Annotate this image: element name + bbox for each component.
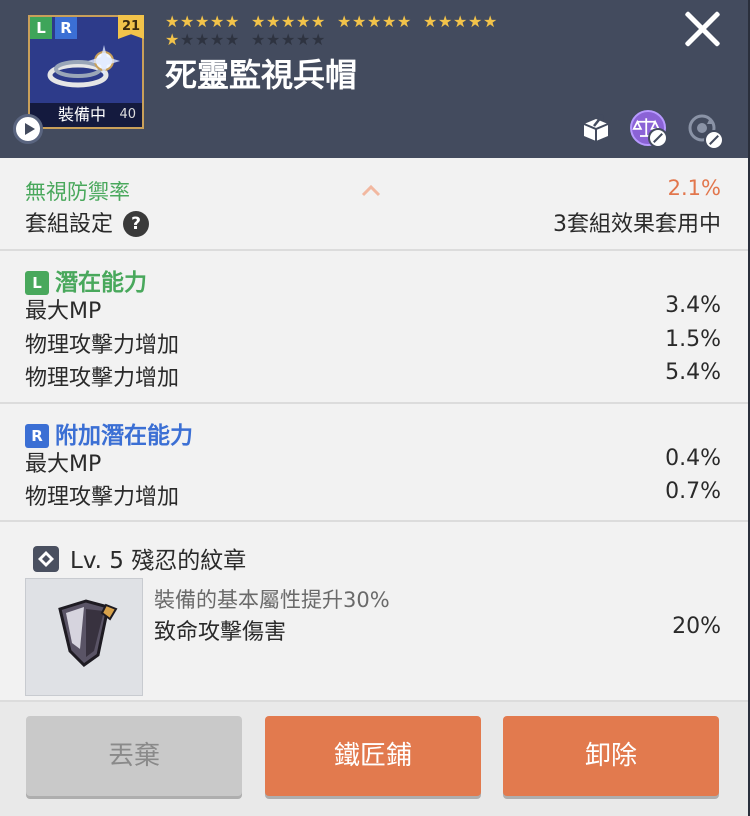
star-icon: ★ <box>165 30 180 49</box>
potential-title-row: L 潛在能力 <box>25 263 147 297</box>
set-label: 套組設定 <box>25 212 114 237</box>
equipped-label: 裝備中 40 <box>30 103 142 127</box>
emblem-effect-value: 20% <box>672 614 721 639</box>
chevron-up-icon[interactable] <box>360 180 382 202</box>
star-count: 40 <box>119 107 136 122</box>
box-arrow-icon <box>583 114 609 141</box>
smith-button[interactable]: 鐵匠鋪 <box>265 716 481 796</box>
star-row-1: ★ ★ ★ ★ ★ ★ ★ ★ ★ ★ ★ ★ ★ ★ ★ ★ ★ ★ ★ ★ <box>165 13 565 31</box>
additional-potential-line: 物理攻擊力增加 0.7% <box>25 479 721 511</box>
star-gap <box>326 13 337 31</box>
emblem-art-icon <box>58 599 118 667</box>
discard-button[interactable]: 丟棄 <box>26 716 242 796</box>
potential-line-label: 最大MP <box>25 299 102 324</box>
additional-potential-line-value: 0.7% <box>665 479 721 504</box>
emblem-desc: 裝備的基本屬性提升30% <box>154 588 390 612</box>
star-icon: ★ <box>195 30 210 49</box>
set-row: 套組設定? 3套組效果套用中 <box>25 206 721 238</box>
star-icon: ★ <box>210 30 225 49</box>
help-icon[interactable]: ? <box>123 211 150 237</box>
star-icon: ★ <box>251 12 266 31</box>
unequip-button[interactable]: 卸除 <box>503 716 719 796</box>
star-icon: ★ <box>266 30 281 49</box>
potential-line: 物理攻擊力增加 5.4% <box>25 360 721 392</box>
potential-line: 最大MP 3.4% <box>25 293 721 325</box>
star-icon: ★ <box>311 30 326 49</box>
potential-tag: L <box>25 271 49 295</box>
star-gap <box>240 31 251 49</box>
star-icon: ★ <box>180 30 195 49</box>
badge-r: R <box>55 17 77 39</box>
item-detail-panel: L R 21 裝備中 40 ★ ★ ★ ★ ★ ★ ★ ★ ★ ★ ★ ★ ★ ★ ★ ★ ★ ★ ★ ★ ★ ★ ★ ★ ★… <box>0 0 750 816</box>
star-icon: ★ <box>225 30 240 49</box>
emblem-title-row: Lv. 5 殘忍的紋章 <box>32 541 728 575</box>
additional-potential-tag: R <box>25 424 49 448</box>
star-force-rating: ★ ★ ★ ★ ★ ★ ★ ★ ★ ★ ★ ★ ★ ★ ★ ★ ★ ★ ★ ★ ★ ★ ★ ★ ★ ★ ★ ★ ★ ★ <box>165 13 565 49</box>
emblem-effect-label: 致命攻擊傷害 <box>154 620 287 645</box>
potential-line-label: 物理攻擊力增加 <box>25 333 180 358</box>
potential-line-value: 1.5% <box>665 327 721 352</box>
star-icon: ★ <box>180 12 195 31</box>
star-row-2: ★ ★ ★ ★ ★ ★ ★ ★ ★ ★ <box>165 31 565 49</box>
potential-line-value: 5.4% <box>665 360 721 385</box>
star-icon: ★ <box>266 12 281 31</box>
star-icon: ★ <box>251 30 266 49</box>
item-header: L R 21 裝備中 40 ★ ★ ★ ★ ★ ★ ★ ★ ★ ★ ★ ★ ★ ★ ★ ★ ★ ★ ★ ★ ★ ★ ★ ★ ★… <box>0 0 748 158</box>
star-icon: ★ <box>195 12 210 31</box>
helmet-art-icon <box>47 45 120 88</box>
additional-potential-line-label: 物理攻擊力增加 <box>25 485 180 510</box>
star-icon: ★ <box>165 12 180 31</box>
star-icon: ★ <box>382 12 397 31</box>
star-icon: ★ <box>453 12 468 31</box>
item-level-badge: 21 <box>118 15 144 39</box>
additional-potential-title-row: R 附加潛在能力 <box>25 416 193 450</box>
share-icon[interactable] <box>578 110 614 146</box>
star-icon: ★ <box>281 30 296 49</box>
star-icon: ★ <box>281 12 296 31</box>
star-icon: ★ <box>311 12 326 31</box>
emblem-effect-row: 致命攻擊傷害 20% <box>154 614 721 646</box>
equipped-text: 裝備中 <box>58 105 107 124</box>
item-icon[interactable]: L R 21 裝備中 40 <box>28 15 144 129</box>
star-icon: ★ <box>367 12 382 31</box>
star-icon: ★ <box>438 12 453 31</box>
star-icon: ★ <box>296 12 311 31</box>
scale-icon[interactable] <box>630 110 668 148</box>
star-icon: ★ <box>296 30 311 49</box>
ignore-defense-label: 無視防禦率 <box>25 180 130 204</box>
star-icon: ★ <box>468 12 483 31</box>
additional-potential-line-value: 0.4% <box>665 446 721 471</box>
action-bar: 丟棄 鐵匠鋪 卸除 <box>0 700 748 816</box>
star-icon: ★ <box>423 12 438 31</box>
item-name: 死靈監視兵帽 <box>165 56 358 94</box>
set-value: 3套組效果套用中 <box>553 212 721 237</box>
emblem-diamond-icon <box>33 546 59 572</box>
potential-line-label: 物理攻擊力增加 <box>25 366 180 391</box>
star-icon: ★ <box>337 12 352 31</box>
badge-l: L <box>30 17 52 39</box>
close-icon[interactable] <box>682 8 722 48</box>
additional-potential-line: 最大MP 0.4% <box>25 446 721 478</box>
ignore-defense-value: 2.1% <box>667 176 721 200</box>
ban-icon <box>704 130 724 150</box>
additional-potential-line-label: 最大MP <box>25 452 102 477</box>
potential-line: 物理攻擊力增加 1.5% <box>25 327 721 359</box>
star-icon: ★ <box>397 12 412 31</box>
emblem-title: Lv. 5 殘忍的紋章 <box>70 548 247 574</box>
star-gap <box>240 13 251 31</box>
ban-icon <box>648 128 668 148</box>
emblem-image[interactable] <box>25 578 143 696</box>
star-icon: ★ <box>210 12 225 31</box>
star-icon: ★ <box>483 12 498 31</box>
star-gap <box>412 13 423 31</box>
play-icon[interactable] <box>13 114 43 144</box>
potential-line-value: 3.4% <box>665 293 721 318</box>
star-icon: ★ <box>225 12 240 31</box>
star-icon: ★ <box>352 12 367 31</box>
reset-icon[interactable] <box>684 110 724 150</box>
